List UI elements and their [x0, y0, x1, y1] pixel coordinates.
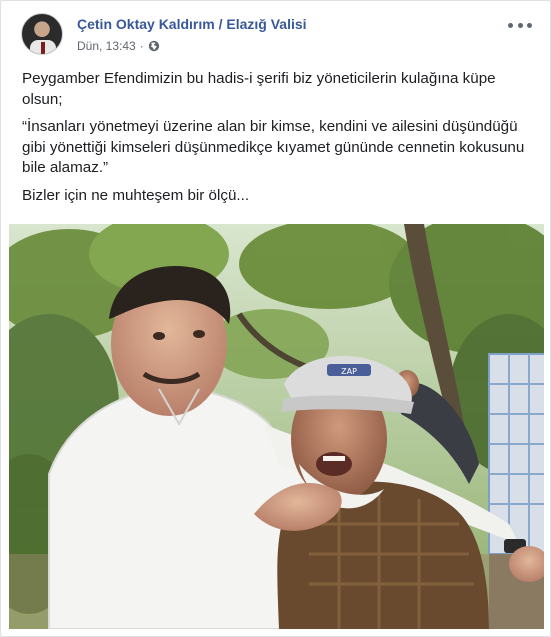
post-paragraph: “İnsanları yönetmeyi üzerine alan bir ki… — [22, 118, 525, 176]
bystander-right — [488, 353, 544, 629]
post-paragraph: Peygamber Efendimizin bu hadis-i şerifi … — [22, 70, 496, 108]
photo-scene: ZAP — [9, 224, 544, 629]
cap-logo-text: ZAP — [341, 367, 357, 376]
post-paragraph: Bizler için ne muhteşem bir ölçü... — [22, 186, 250, 204]
facebook-post: Çetin Oktay Kaldırım / Elazığ Valisi Dün… — [0, 0, 551, 637]
more-dot — [517, 22, 523, 28]
post-photo[interactable]: ZAP — [9, 224, 544, 629]
more-dot — [508, 22, 513, 28]
avatar-tie — [41, 42, 45, 54]
post-header: Çetin Oktay Kaldırım / Elazığ Valisi Dün… — [21, 13, 538, 59]
post-timestamp[interactable]: Dün, 13:43 — [77, 39, 136, 53]
post-text: Peygamber Efendimizin bu hadis-i şerifi … — [22, 69, 532, 213]
meta-separator: · — [139, 39, 144, 53]
globe-icon[interactable] — [148, 40, 160, 52]
more-dot — [527, 22, 532, 28]
author-name[interactable]: Çetin Oktay Kaldırım / Elazığ Valisi — [77, 16, 307, 32]
post-meta: Dün, 13:43 · — [77, 39, 160, 53]
author-avatar[interactable] — [21, 13, 63, 55]
more-options-icon[interactable] — [508, 17, 532, 33]
